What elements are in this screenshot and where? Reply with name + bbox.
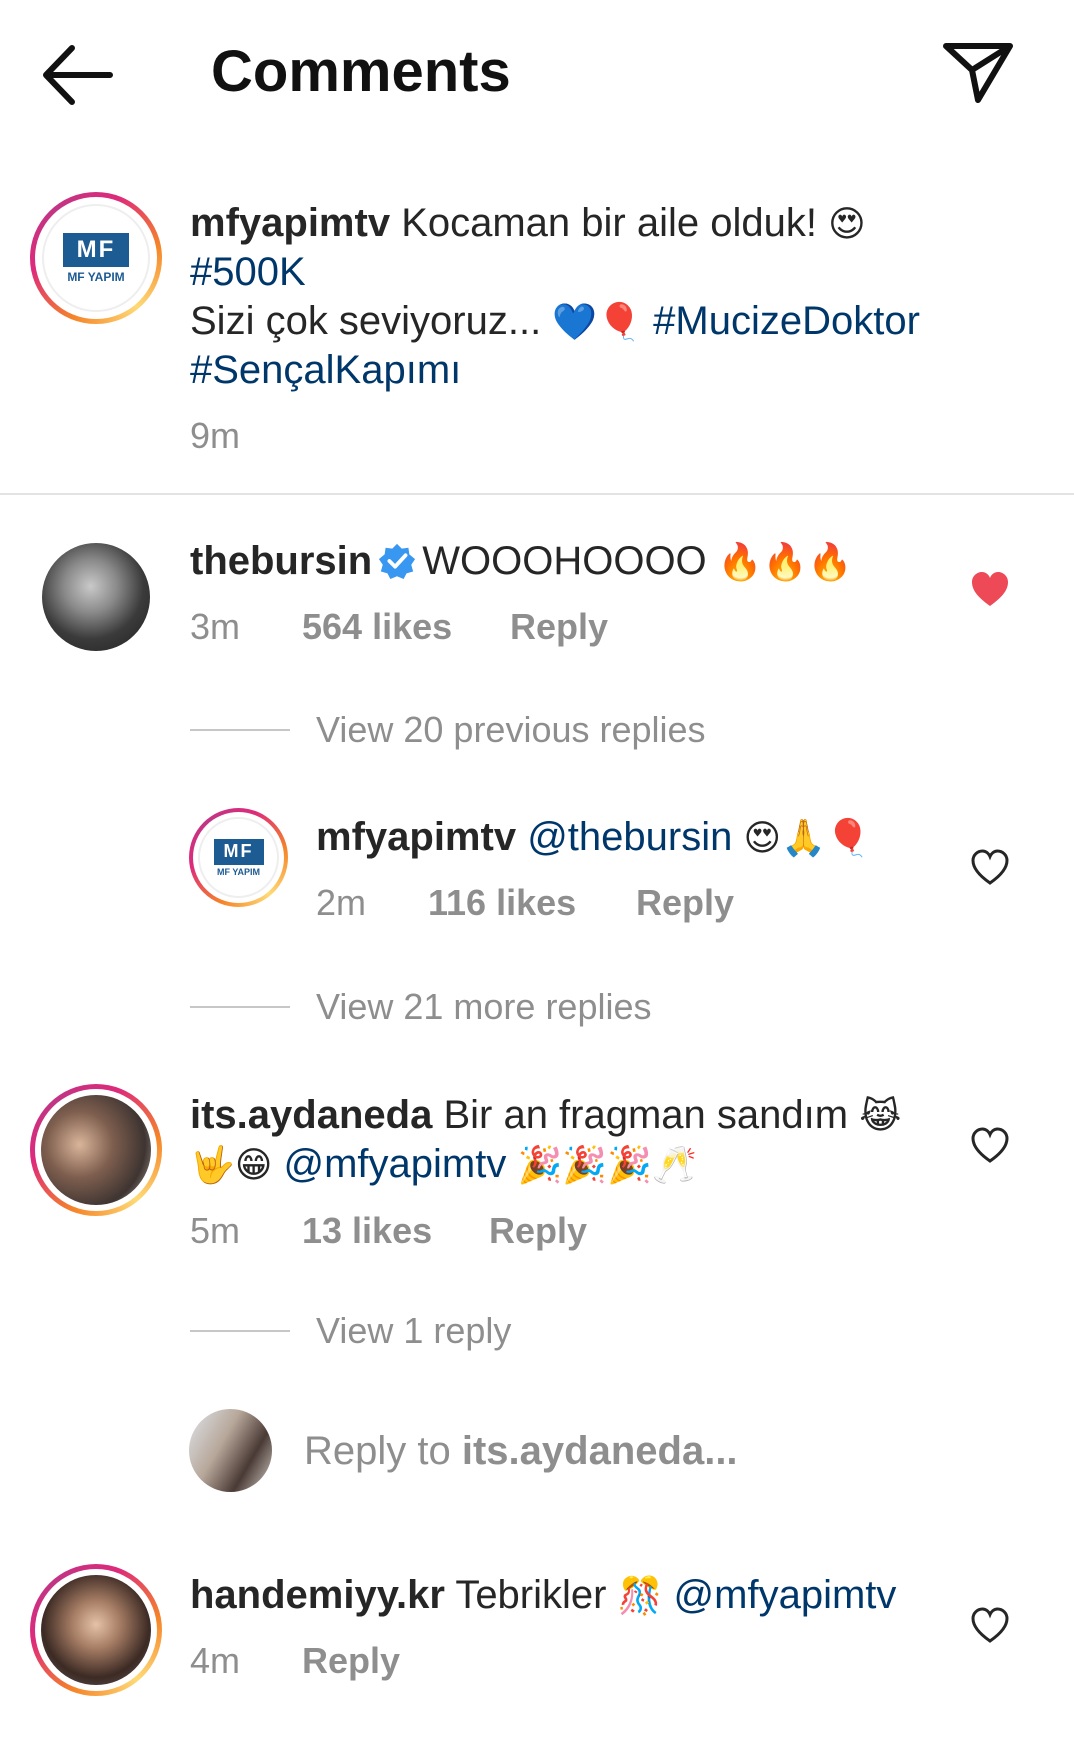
comment-time: 3m [190, 606, 241, 647]
comment-aydaneda-line-2: 🤟😁 @mfyapimtv 🎉🎉🎉🥂 [190, 1139, 697, 1191]
avatar-thebursin[interactable] [42, 543, 150, 651]
avatar-its-aydaneda[interactable] [30, 1084, 162, 1216]
avatar-mfyapimtv[interactable]: MF MF YAPIM [30, 192, 162, 324]
reply-button[interactable]: Reply [489, 1210, 587, 1252]
caption-line-3: Sizi çok seviyoruz... 💙🎈 #MucizeDoktor [190, 296, 920, 348]
comment-likes[interactable]: 13 likes [302, 1210, 432, 1252]
confetti-emoji: 🎊 [617, 1576, 663, 1618]
heart-outline-icon[interactable] [970, 1126, 1010, 1166]
thread-line [190, 1006, 290, 1008]
reply-button[interactable]: Reply [302, 1640, 400, 1682]
reply-button[interactable]: Reply [636, 882, 734, 924]
comment-username[interactable]: its.aydaneda [190, 1093, 432, 1137]
thread-line [190, 1330, 290, 1332]
comment-text: WOOOHOOOO [422, 539, 707, 583]
current-user-avatar [189, 1409, 272, 1492]
comment-time: 5m [190, 1210, 241, 1251]
comment-username[interactable]: thebursin [190, 539, 372, 583]
fire-emoji: 🔥🔥🔥 [717, 542, 853, 584]
emoji-group: 😍🙏🎈 [743, 818, 871, 860]
comment-username[interactable]: mfyapimtv [316, 815, 516, 859]
mf-logo-mark: MF [213, 838, 264, 865]
mention-thebursin[interactable]: @thebursin [527, 815, 732, 859]
caption-line-1: mfyapimtv Kocaman bir aile olduk! 😍 [190, 198, 866, 250]
comment-text: Bir an fragman sandım [443, 1093, 849, 1137]
heart-filled-icon[interactable] [970, 570, 1010, 610]
mention-mfyapimtv[interactable]: @mfyapimtv [674, 1573, 897, 1617]
view-previous-replies[interactable]: View 20 previous replies [316, 709, 706, 751]
comment-likes[interactable]: 116 likes [428, 882, 576, 924]
comment-likes[interactable]: 564 likes [302, 606, 452, 648]
view-reply[interactable]: View 1 reply [316, 1310, 511, 1352]
reply-button[interactable]: Reply [510, 606, 608, 648]
hashtag-sencalkapimi[interactable]: #SençalKapımı [190, 345, 461, 395]
hashtag-mucizedoktor[interactable]: #MucizeDoktor [653, 299, 920, 343]
caption-text-2: Sizi çok seviyoruz... [190, 299, 542, 343]
comment-text: Tebrikler [455, 1573, 607, 1617]
header-bar: Comments [0, 0, 1074, 150]
thread-line [190, 729, 290, 731]
comment-time: 2m [316, 882, 367, 923]
heart-eyes-emoji: 😍 [828, 204, 866, 246]
heart-outline-icon[interactable] [970, 848, 1010, 888]
caption-time: 9m [190, 415, 241, 456]
avatar-mfyapimtv-reply[interactable]: MF MF YAPIM [189, 808, 288, 907]
mf-logo-caption: MF YAPIM [216, 866, 260, 877]
emoji-group: 🤟😁 [190, 1145, 273, 1187]
view-more-replies[interactable]: View 21 more replies [316, 986, 652, 1028]
divider [0, 493, 1074, 495]
comment-handemiyy-text: handemiyy.kr Tebrikler 🎊 @mfyapimtv [190, 1570, 896, 1622]
heart-balloon-emoji: 💙🎈 [552, 302, 642, 344]
reply-input-target: its.aydaneda... [461, 1429, 738, 1473]
comment-mfyapimtv-text: mfyapimtv @thebursin 😍🙏🎈 [316, 812, 871, 864]
paper-plane-icon[interactable] [938, 36, 1018, 116]
mf-logo-mark: MF [63, 232, 129, 267]
hashtag-500k[interactable]: #500K [190, 247, 306, 297]
caption-username[interactable]: mfyapimtv [190, 201, 390, 245]
mention-mfyapimtv[interactable]: @mfyapimtv [283, 1142, 506, 1186]
comment-thebursin-text: thebursin WOOOHOOOO 🔥🔥🔥 [190, 536, 852, 588]
mf-logo-caption: MF YAPIM [67, 269, 125, 284]
avatar-handemiyy[interactable] [30, 1564, 162, 1696]
heart-outline-icon[interactable] [970, 1606, 1010, 1646]
reply-input-prefix: Reply to [304, 1429, 451, 1473]
comment-username[interactable]: handemiyy.kr [190, 1573, 445, 1617]
caption-text: Kocaman bir aile olduk! [401, 201, 817, 245]
page-title: Comments [211, 39, 511, 104]
reply-input[interactable]: Reply to its.aydaneda... [304, 1426, 738, 1476]
comment-aydaneda-line-1: its.aydaneda Bir an fragman sandım 😹 [190, 1090, 901, 1142]
comment-time: 4m [190, 1640, 241, 1681]
arrow-left-icon[interactable] [38, 40, 118, 110]
cat-emoji: 😹 [859, 1096, 902, 1138]
verified-badge-icon [379, 543, 416, 580]
party-emoji: 🎉🎉🎉🥂 [517, 1145, 697, 1187]
